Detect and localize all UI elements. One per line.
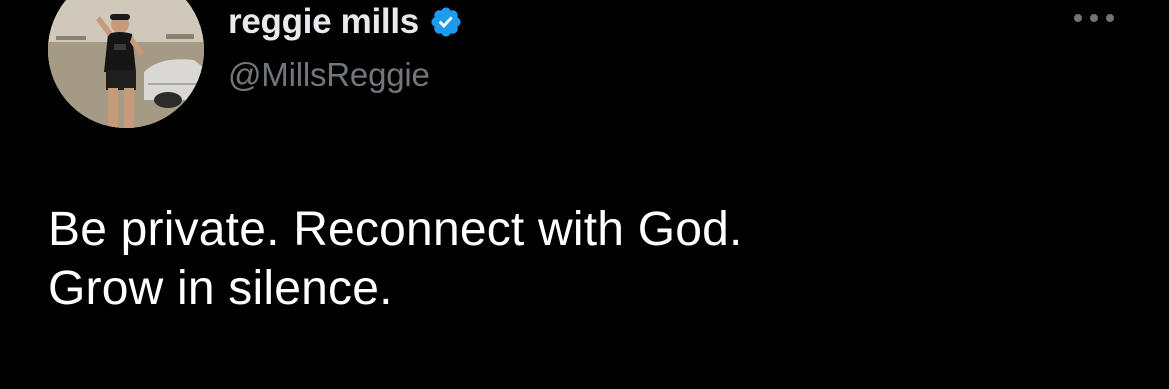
verified-badge-icon[interactable] [429, 5, 463, 39]
more-dot-icon [1074, 14, 1082, 22]
more-options-icon[interactable] [1074, 11, 1114, 25]
tweet-card: reggie mills @MillsReggie Be private. Re… [0, 0, 1169, 389]
author-handle[interactable]: @MillsReggie [228, 56, 463, 94]
tweet-text-line: Grow in silence. [48, 262, 393, 315]
avatar[interactable] [48, 0, 204, 128]
tweet-text-line: Be private. Reconnect with God. [48, 203, 743, 256]
tweet-text: Be private. Reconnect with God. Grow in … [48, 200, 1108, 318]
avatar-photo [48, 0, 204, 128]
more-dot-icon [1090, 14, 1098, 22]
author-display-name[interactable]: reggie mills [228, 2, 419, 42]
author-name-row: reggie mills [228, 0, 463, 44]
more-dot-icon [1106, 14, 1114, 22]
tweet-header: reggie mills @MillsReggie [228, 0, 463, 94]
